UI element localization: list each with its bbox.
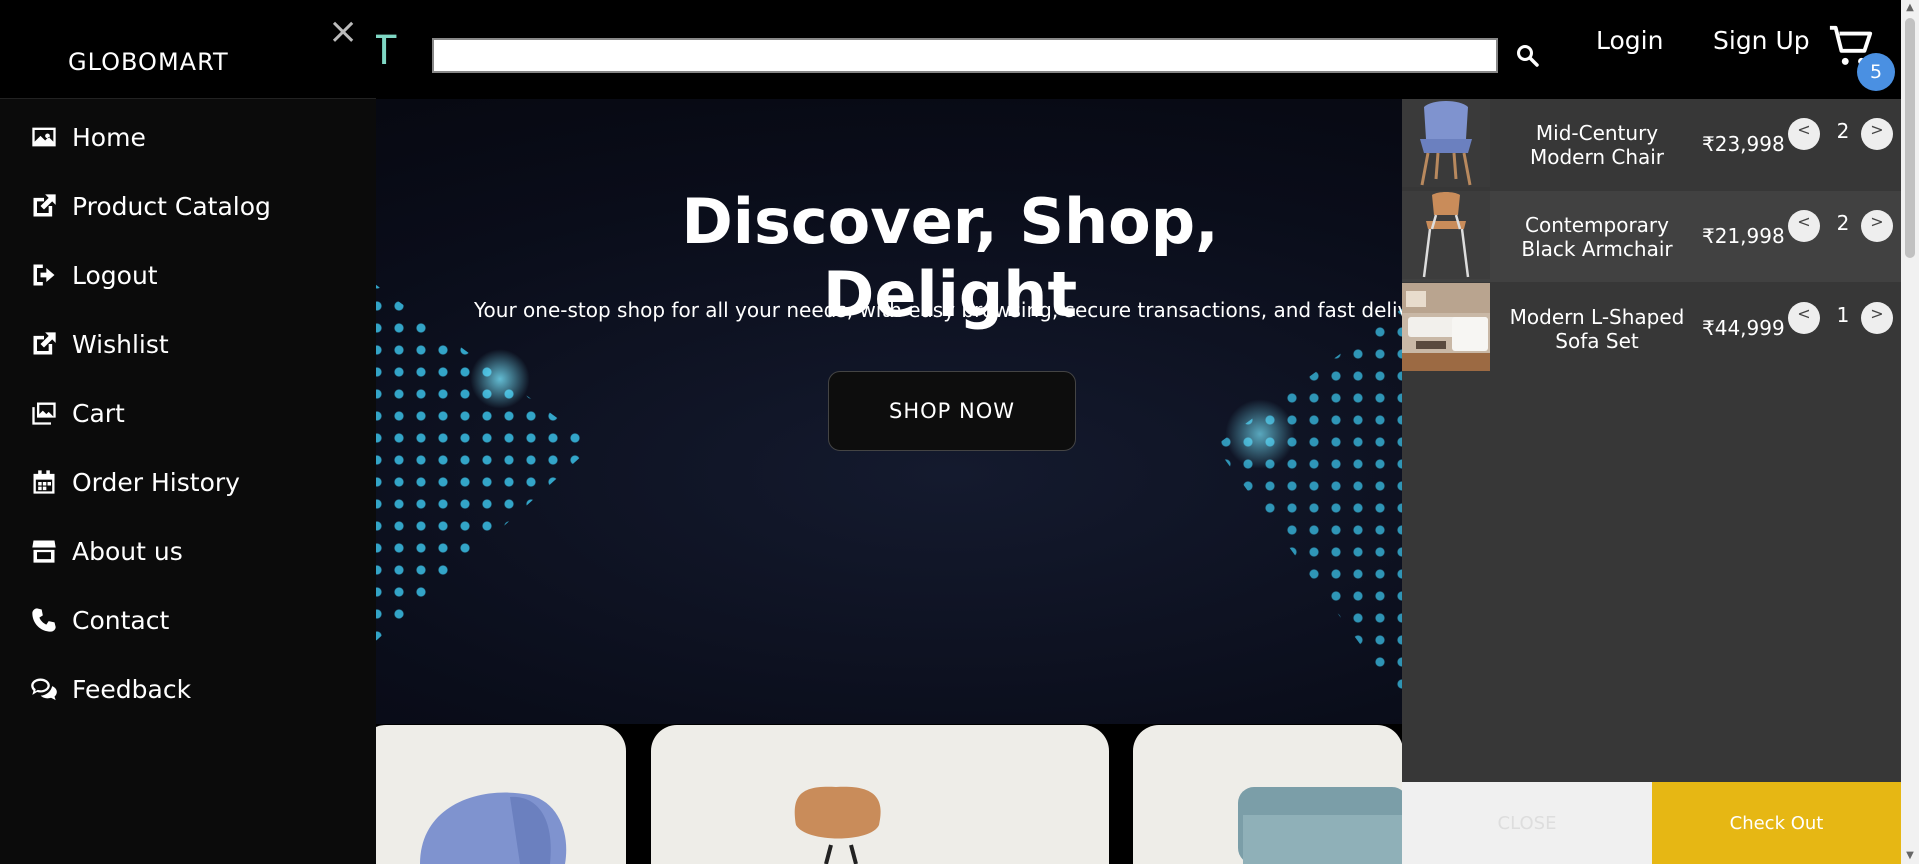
- sofa-image: [1402, 283, 1490, 371]
- sidebar-item-label: Feedback: [72, 674, 192, 704]
- product-image: [420, 792, 567, 864]
- brand-name: GLOBOMART: [68, 48, 229, 76]
- sidebar-close-button[interactable]: ×: [328, 14, 358, 50]
- page-scrollbar[interactable]: ▲ ▼: [1901, 0, 1919, 864]
- image-icon: [32, 127, 56, 147]
- external-link-icon: [33, 332, 56, 355]
- sidebar-item-order-history[interactable]: Order History: [30, 462, 240, 502]
- sidebar-item-wishlist[interactable]: Wishlist: [30, 324, 169, 364]
- hero-dots-decoration: [1215, 299, 1415, 719]
- hero-glow-decoration: [470, 349, 530, 409]
- cart-close-button[interactable]: CLOSE: [1402, 782, 1652, 864]
- phone-icon: [32, 608, 56, 632]
- product-card[interactable]: [1133, 725, 1403, 864]
- increment-button[interactable]: >: [1861, 118, 1893, 150]
- sidebar-item-product-catalog[interactable]: Product Catalog: [30, 186, 271, 226]
- cart-item-row: Mid-Century Modern Chair ₹23,998 < 2 >: [1402, 99, 1901, 190]
- cart-item-price: ₹21,998: [1702, 224, 1785, 248]
- sidebar-item-cart[interactable]: Cart: [30, 393, 125, 433]
- cart-item-price: ₹23,998: [1702, 132, 1785, 156]
- scroll-up-arrow-icon[interactable]: ▲: [1905, 2, 1915, 13]
- search-button[interactable]: [1510, 38, 1544, 72]
- comments-icon: [31, 678, 57, 701]
- checkout-button[interactable]: Check Out: [1652, 782, 1901, 864]
- calendar-icon: [33, 470, 55, 494]
- scroll-down-arrow-icon[interactable]: ▼: [1905, 850, 1915, 861]
- product-card[interactable]: [360, 725, 626, 864]
- search-input[interactable]: [432, 38, 1498, 73]
- sidebar-item-feedback[interactable]: Feedback: [30, 669, 191, 709]
- cart-item-quantity: 2: [1836, 119, 1850, 143]
- product-image: [794, 786, 881, 864]
- sidebar-item-home[interactable]: Home: [30, 117, 146, 157]
- login-link[interactable]: Login: [1596, 26, 1663, 55]
- sidebar-item-label: About us: [72, 536, 183, 566]
- cart-item-name: Modern L-Shaped Sofa Set: [1509, 305, 1685, 353]
- sidebar-item-label: Cart: [72, 398, 125, 428]
- product-card[interactable]: [651, 725, 1109, 864]
- cart-item-thumbnail: [1402, 99, 1490, 187]
- cart-item-name: Mid-Century Modern Chair: [1529, 121, 1665, 169]
- increment-button[interactable]: >: [1861, 210, 1893, 242]
- hero-glow-decoration: [1225, 399, 1295, 469]
- decrement-button[interactable]: <: [1788, 302, 1820, 334]
- sidebar-item-label: Logout: [72, 260, 158, 290]
- cart-item-price: ₹44,999: [1702, 316, 1785, 340]
- images-icon: [32, 402, 56, 425]
- decrement-button[interactable]: <: [1788, 118, 1820, 150]
- cart-item-thumbnail: [1402, 283, 1490, 371]
- sidebar-item-about-us[interactable]: About us: [30, 531, 183, 571]
- cart-item-row: Contemporary Black Armchair ₹21,998 < 2 …: [1402, 191, 1901, 282]
- sidebar-item-label: Contact: [72, 605, 170, 635]
- cart-panel: Mid-Century Modern Chair ₹23,998 < 2 > C…: [1402, 99, 1901, 782]
- signup-link[interactable]: Sign Up: [1713, 26, 1810, 55]
- cart-item-quantity: 2: [1836, 211, 1850, 235]
- cart-item-name: Contemporary Black Armchair: [1521, 213, 1673, 261]
- cart-item-row: Modern L-Shaped Sofa Set ₹44,999 < 1 >: [1402, 283, 1901, 374]
- sidebar-item-contact[interactable]: Contact: [30, 600, 169, 640]
- store-icon: [32, 540, 56, 563]
- shop-now-button[interactable]: SHOP NOW: [828, 371, 1076, 451]
- logout-icon: [33, 264, 55, 286]
- sidebar-header: GLOBOMART ×: [0, 0, 376, 99]
- chair-image: [1402, 99, 1490, 187]
- sidebar-item-label: Home: [72, 122, 146, 152]
- decrement-button[interactable]: <: [1788, 210, 1820, 242]
- external-link-icon: [33, 194, 56, 217]
- sidebar-item-logout[interactable]: Logout: [30, 255, 158, 295]
- sidebar-item-label: Order History: [72, 467, 240, 497]
- chair-image: [1402, 191, 1490, 279]
- sidebar-item-label: Product Catalog: [72, 191, 271, 221]
- sidebar-menu: GLOBOMART × Home Product Catalog Logout …: [0, 0, 376, 864]
- product-image: [1238, 787, 1403, 864]
- scrollbar-thumb[interactable]: [1905, 18, 1915, 258]
- hero-subtitle: Your one-stop shop for all your needs, w…: [474, 298, 1424, 322]
- cart-count-badge: 5: [1857, 53, 1895, 91]
- sidebar-item-label: Wishlist: [72, 329, 169, 359]
- cart-item-quantity: 1: [1836, 303, 1850, 327]
- cart-item-thumbnail: [1402, 191, 1490, 279]
- increment-button[interactable]: >: [1861, 302, 1893, 334]
- search-icon: [1517, 45, 1539, 67]
